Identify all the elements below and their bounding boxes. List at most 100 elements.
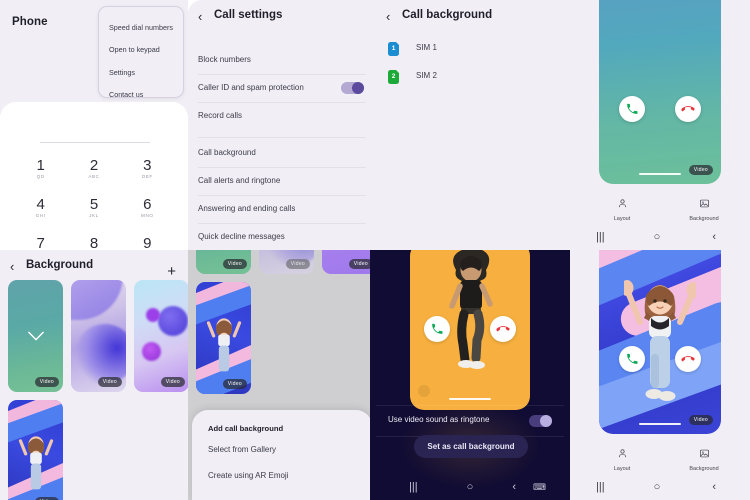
android-navbar: ||| ○ ‹ [564, 226, 750, 248]
setting-row-record-calls[interactable]: Record calls [188, 102, 376, 130]
key-letters: JKL [89, 213, 99, 218]
panel-call-preview-bottom: Video Layout Background ||| ○ ‹ [564, 250, 750, 500]
video-badge: Video [222, 379, 247, 389]
keypad-key-8[interactable]: 8 [67, 235, 120, 250]
recents-button[interactable]: ||| [596, 226, 605, 248]
chevron-left-icon[interactable]: ‹ [10, 260, 20, 274]
video-badge: Video [160, 377, 185, 387]
phone-accept-icon[interactable] [619, 346, 645, 372]
sheet-handle[interactable] [40, 142, 150, 143]
sim1-badge-icon: 1 [388, 42, 399, 56]
background-thumb[interactable]: Video [71, 280, 126, 392]
key-number: 7 [36, 235, 45, 250]
menu-item-settings[interactable]: Settings [109, 66, 185, 80]
android-navbar: ||| ○ ‹ [564, 476, 750, 498]
ringtone-setting-row[interactable]: Use video sound as ringtone [376, 408, 564, 434]
image-icon [699, 449, 709, 458]
keypad-key-6[interactable]: 6 MNO [121, 196, 174, 219]
video-sound-toggle[interactable] [529, 415, 552, 427]
tab-background[interactable]: Background [674, 196, 734, 222]
toggle-knob [352, 82, 364, 94]
background-thumb-dimmed: Video [322, 250, 376, 274]
keyboard-button[interactable]: ⌨ [533, 476, 546, 498]
phone-decline-icon[interactable] [675, 96, 701, 122]
call-screen-preview[interactable]: Video [599, 0, 721, 184]
tab-background[interactable]: Background [674, 446, 734, 472]
video-badge: Video [34, 377, 59, 387]
setting-row-quick-decline[interactable]: Quick decline messages [188, 223, 376, 250]
call-screen-preview[interactable]: Video [599, 250, 721, 434]
key-number: 1 [36, 157, 45, 174]
caller-id-toggle[interactable] [341, 82, 364, 94]
panel-phone-app: Phone Speed dial numbers Open to keypad … [0, 0, 188, 250]
back-button[interactable]: ‹ [512, 476, 516, 498]
keypad-key-7[interactable]: 7 [14, 235, 67, 250]
menu-item-contact-us[interactable]: Contact us [109, 88, 185, 102]
home-button[interactable]: ○ [654, 476, 661, 498]
background-thumb[interactable]: Video [134, 280, 188, 392]
video-badge: Video [688, 165, 713, 175]
home-indicator [639, 422, 681, 425]
chevron-left-icon[interactable]: ‹ [386, 10, 396, 24]
setting-row-block-numbers[interactable]: Block numbers [188, 46, 376, 74]
home-button[interactable]: ○ [654, 226, 661, 248]
keypad-key-2[interactable]: 2 ABC [67, 157, 120, 180]
sim-label: SIM 2 [416, 71, 437, 80]
screenshot-collage: Phone Speed dial numbers Open to keypad … [0, 0, 750, 500]
home-button[interactable]: ○ [467, 476, 474, 498]
setting-row-answering-ending[interactable]: Answering and ending calls [188, 195, 376, 223]
video-badge: Video [222, 259, 247, 269]
ar-emoji-call-preview[interactable] [410, 250, 530, 410]
plus-icon[interactable]: + [167, 264, 176, 279]
setting-label: Call alerts and ringtone [198, 176, 281, 185]
home-indicator [449, 397, 491, 400]
ar-emoji-female-avatar [620, 268, 700, 418]
add-call-background-sheet: Add call background Select from Gallery … [192, 410, 372, 500]
setting-label: Answering and ending calls [198, 204, 296, 213]
setting-row-call-background[interactable]: Call background [188, 139, 376, 167]
phone-decline-icon[interactable] [675, 346, 701, 372]
page-title: Phone [12, 16, 48, 28]
background-thumb[interactable]: Video [8, 400, 63, 500]
keypad-key-1[interactable]: 1 QD [14, 157, 67, 180]
tab-layout[interactable]: Layout [592, 446, 652, 472]
background-thumb-selected[interactable]: Video [8, 280, 63, 392]
sheet-item-select-from-gallery[interactable]: Select from Gallery [208, 445, 276, 454]
phone-accept-icon[interactable] [424, 316, 450, 342]
sim-row-1[interactable]: 1 SIM 1 [376, 38, 564, 64]
keypad-key-9[interactable]: 9 [121, 235, 174, 250]
sim-row-2[interactable]: 2 SIM 2 [376, 66, 564, 92]
tab-label: Background [689, 216, 719, 222]
menu-item-open-to-keypad[interactable]: Open to keypad [109, 43, 185, 57]
call-background-header: ‹ Call background [376, 6, 564, 30]
menu-item-speed-dial[interactable]: Speed dial numbers [109, 21, 185, 35]
phone-accept-icon[interactable] [619, 96, 645, 122]
back-button[interactable]: ‹ [712, 226, 716, 248]
setting-row-caller-id[interactable]: Caller ID and spam protection [188, 74, 376, 102]
back-button[interactable]: ‹ [712, 476, 716, 498]
overflow-menu[interactable]: Speed dial numbers Open to keypad Settin… [98, 6, 185, 99]
tab-layout[interactable]: Layout [592, 196, 652, 222]
recents-button[interactable]: ||| [596, 476, 605, 498]
panel-edge [564, 250, 570, 500]
sheet-title: Add call background [208, 424, 284, 433]
divider [198, 137, 366, 138]
key-number: 8 [89, 235, 99, 250]
panel-call-preview-top: Video Layout Background ||| ○ ‹ [564, 0, 750, 250]
keypad-key-5[interactable]: 5 JKL [67, 196, 120, 219]
sim2-badge-icon: 2 [388, 70, 399, 84]
keypad-key-3[interactable]: 3 DEF [121, 157, 174, 180]
panel-add-background-sheet: Video Video Video Video Add call backgro… [188, 250, 376, 500]
keypad-key-4[interactable]: 4 GHI [14, 196, 67, 219]
setting-label: Caller ID and spam protection [198, 83, 304, 92]
mic-icon[interactable] [418, 385, 430, 397]
set-as-call-background-button[interactable]: Set as call background [414, 435, 528, 458]
panel-background-picker: ‹ Background + Video Video Video [0, 250, 188, 500]
recents-button[interactable]: ||| [409, 476, 418, 498]
panel-call-settings: ‹ Call settings Block numbers Caller ID … [188, 0, 376, 250]
sheet-item-create-using-ar-emoji[interactable]: Create using AR Emoji [208, 471, 288, 480]
phone-decline-icon[interactable] [490, 316, 516, 342]
key-number: 6 [143, 196, 152, 213]
setting-row-call-alerts[interactable]: Call alerts and ringtone [188, 167, 376, 195]
chevron-left-icon[interactable]: ‹ [198, 10, 208, 24]
